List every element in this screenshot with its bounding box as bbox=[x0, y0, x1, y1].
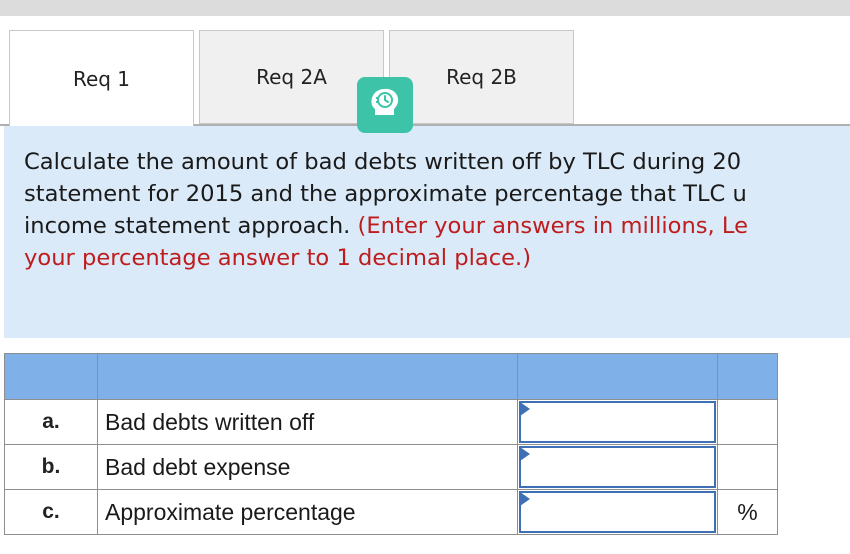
question-text: income statement approach. bbox=[24, 213, 358, 239]
row-letter: a. bbox=[4, 399, 98, 445]
instruction-text: your percentage answer to 1 decimal plac… bbox=[24, 245, 532, 271]
lightbulb-clock-icon bbox=[367, 85, 403, 125]
question-text-line: income statement approach. (Enter your a… bbox=[24, 210, 850, 242]
top-bar bbox=[0, 0, 850, 16]
header-cell bbox=[4, 353, 98, 400]
header-cell bbox=[517, 353, 718, 400]
header-cell bbox=[97, 353, 518, 400]
table-row: a. Bad debts written off bbox=[4, 399, 778, 445]
row-unit bbox=[717, 444, 778, 490]
header-cell bbox=[717, 353, 778, 400]
bad-debt-expense-input[interactable] bbox=[519, 446, 716, 488]
tab-label: Req 1 bbox=[72, 66, 131, 91]
instruction-text: (Enter your answers in millions, Le bbox=[357, 213, 748, 239]
question-text-line: Calculate the amount of bad debts writte… bbox=[24, 149, 742, 175]
row-description: Bad debt expense bbox=[97, 444, 518, 490]
question-panel: Calculate the amount of bad debts writte… bbox=[4, 126, 850, 338]
percent-unit: % bbox=[717, 489, 778, 535]
tab-req-1[interactable]: Req 1 bbox=[9, 30, 194, 126]
tab-label: Req 2B bbox=[446, 65, 517, 89]
input-cell bbox=[517, 399, 718, 445]
row-letter: b. bbox=[4, 444, 98, 490]
table-header-row bbox=[4, 353, 778, 400]
row-letter: c. bbox=[4, 489, 98, 535]
bad-debts-written-off-input[interactable] bbox=[519, 401, 716, 443]
row-description: Bad debts written off bbox=[97, 399, 518, 445]
row-unit bbox=[717, 399, 778, 445]
table-row: c. Approximate percentage % bbox=[4, 489, 778, 535]
input-cell bbox=[517, 489, 718, 535]
question-text-line: statement for 2015 and the approximate p… bbox=[24, 181, 747, 207]
input-cell bbox=[517, 444, 718, 490]
tab-label: Req 2A bbox=[256, 65, 327, 89]
approximate-percentage-input[interactable] bbox=[519, 491, 716, 533]
tab-req-2b[interactable]: Req 2B bbox=[389, 30, 574, 124]
answer-table: a. Bad debts written off b. Bad debt exp… bbox=[4, 353, 778, 535]
hint-button[interactable] bbox=[357, 77, 413, 133]
row-description: Approximate percentage bbox=[97, 489, 518, 535]
table-row: b. Bad debt expense bbox=[4, 444, 778, 490]
